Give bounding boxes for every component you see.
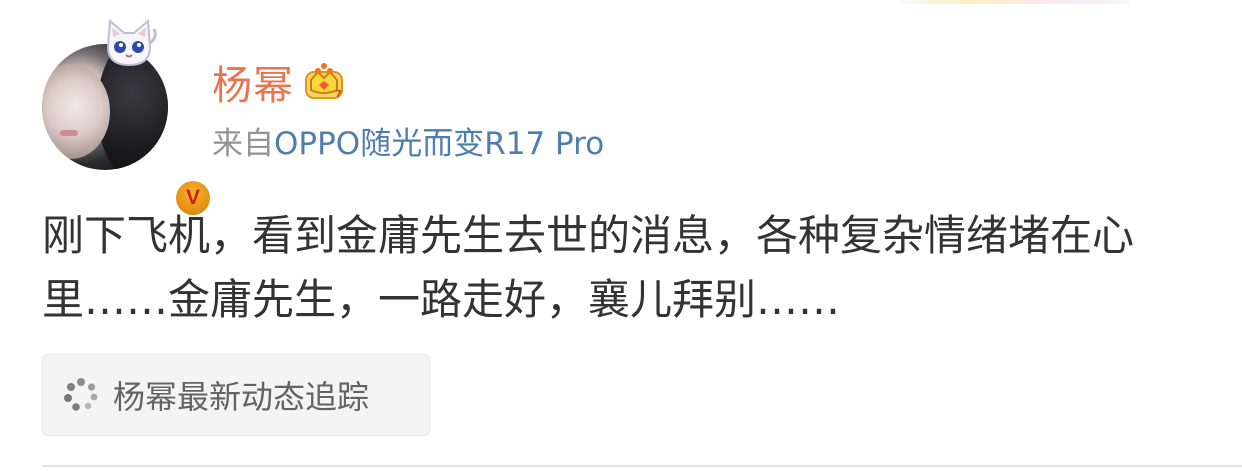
- source-device-link[interactable]: OPPO随光而变R17 Pro: [274, 118, 604, 163]
- loading-dots-icon: [64, 378, 98, 411]
- bottom-divider: [42, 465, 1242, 467]
- source-prefix: 来自: [212, 125, 274, 162]
- svg-text:7: 7: [335, 89, 342, 100]
- post-text: 刚下飞机，看到金庸先生去世的消息，各种复杂情绪堵在心里……金庸先生，一路走好，襄…: [42, 211, 1135, 324]
- cat-pendant-icon: [106, 18, 157, 67]
- avatar-lip: [60, 130, 78, 136]
- topic-chip-button[interactable]: 杨幂最新动态追踪: [42, 354, 430, 436]
- author-name[interactable]: 杨幂: [212, 53, 294, 111]
- author-row: 杨幂 7: [212, 54, 346, 110]
- topic-chip-label: 杨幂最新动态追踪: [113, 378, 370, 416]
- crown-icon[interactable]: 7: [302, 60, 346, 104]
- weibo-post-card: V 杨幂 7 来自 OPPO随光而变R17 Pro 刚下飞机，看到金庸先生去世的…: [0, 0, 1242, 471]
- post-source: 来自 OPPO随光而变R17 Pro: [212, 118, 604, 162]
- top-decoration: [900, 0, 1130, 4]
